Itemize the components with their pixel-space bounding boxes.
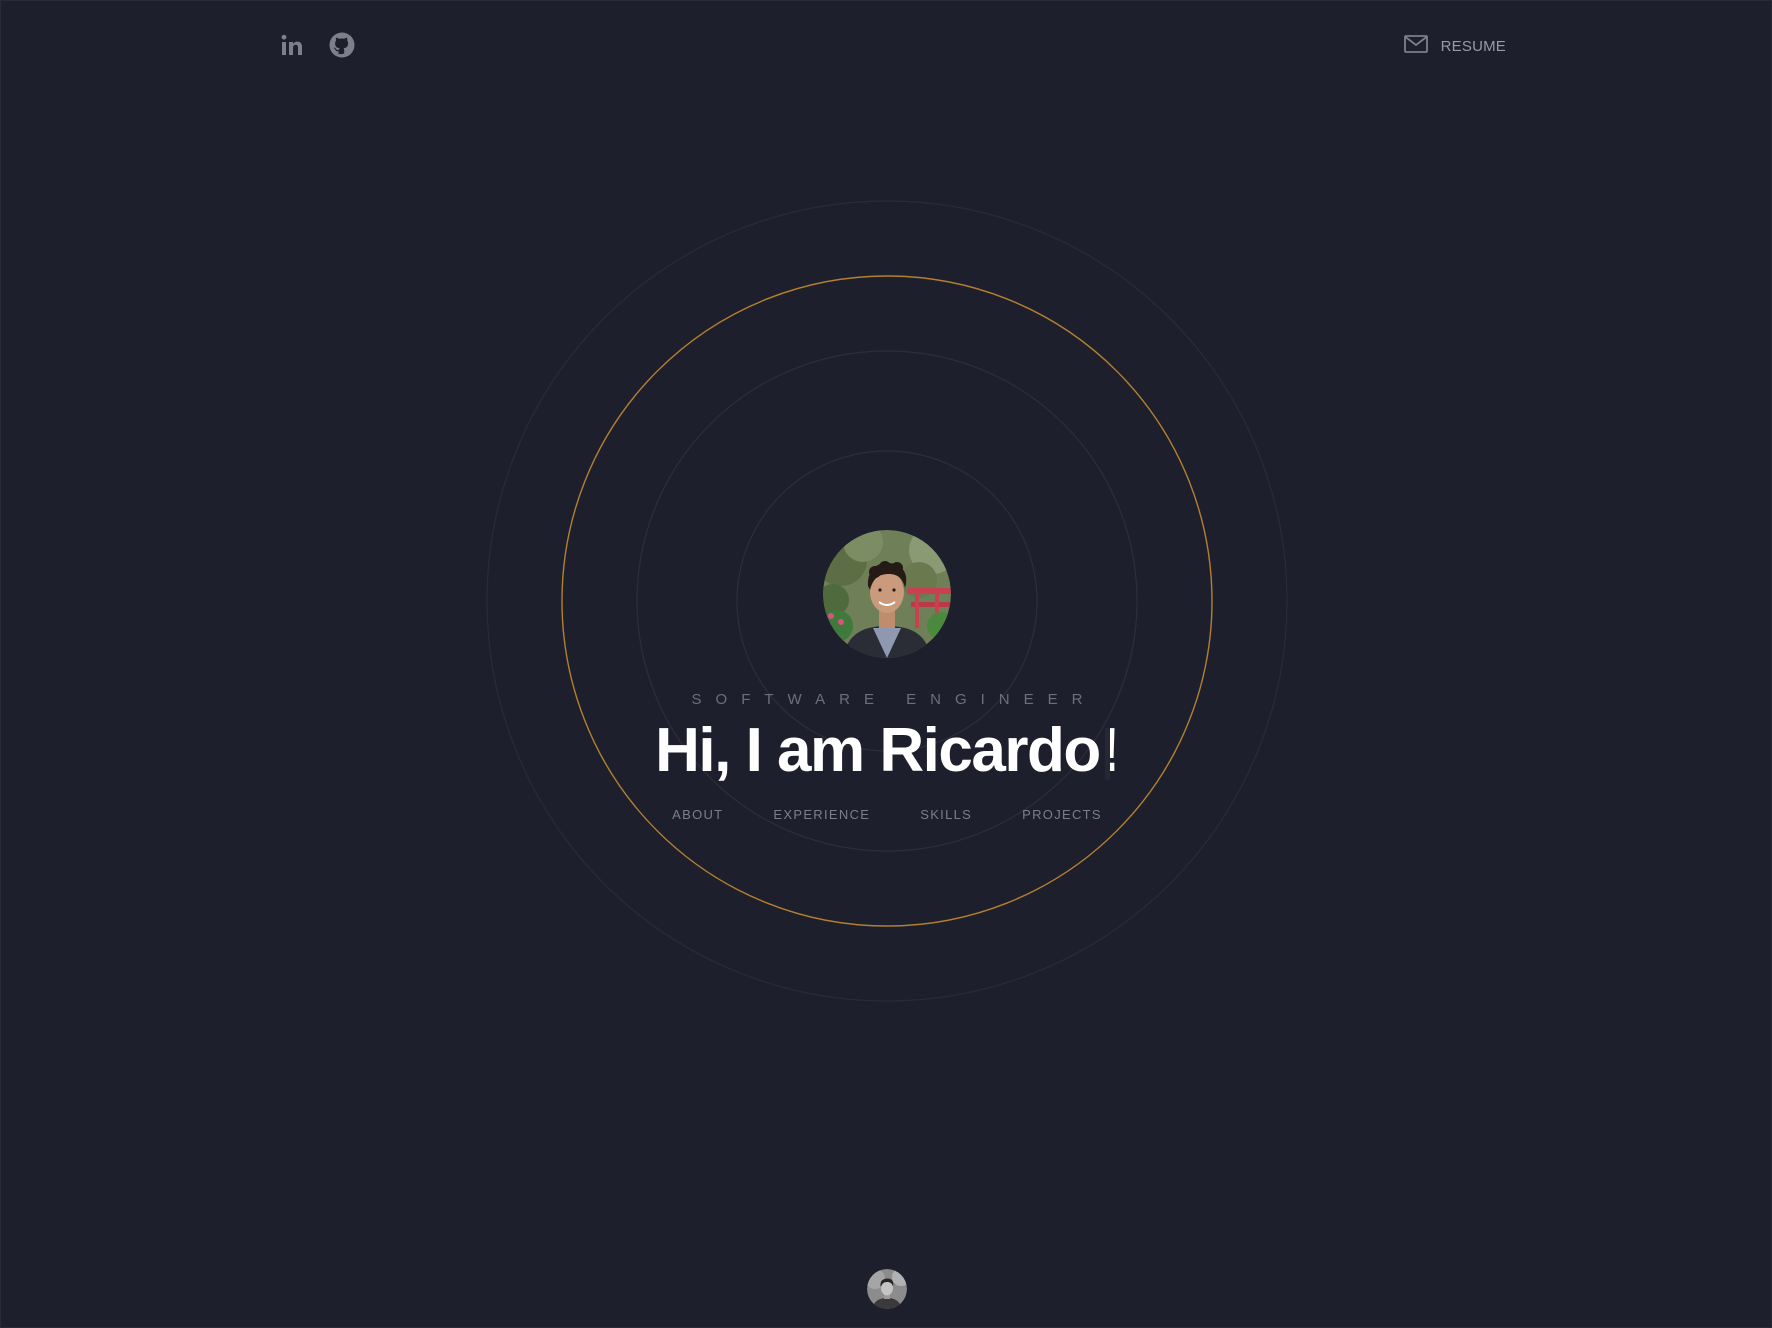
resume-link[interactable]: RESUME (1403, 35, 1506, 57)
resume-label: RESUME (1440, 37, 1506, 55)
typing-cursor (1105, 728, 1110, 780)
nav-item-skills[interactable]: SKILLS (920, 807, 972, 822)
page: RESUME SOFTWARE ENGINEER Hi, I am Ricard… (0, 0, 1772, 1328)
headline-container: Hi, I am Ricardo! (1, 713, 1771, 789)
nav-item-projects[interactable]: PROJECTS (1022, 807, 1102, 822)
role-subtitle: SOFTWARE ENGINEER (691, 691, 1097, 708)
scroll-avatar[interactable] (867, 1269, 907, 1309)
social-links (279, 31, 355, 59)
background-rings (486, 200, 1288, 1002)
linkedin-icon[interactable] (279, 31, 305, 59)
hero-headline: Hi, I am Ricardo! (655, 716, 1120, 785)
main-nav: ABOUT EXPERIENCE SKILLS PROJECTS (1, 807, 1771, 822)
nav-item-about[interactable]: ABOUT (672, 807, 723, 822)
nav-item-experience[interactable]: EXPERIENCE (773, 807, 870, 822)
github-icon[interactable] (329, 31, 355, 59)
mail-icon (1403, 35, 1428, 57)
profile-avatar (823, 530, 951, 658)
